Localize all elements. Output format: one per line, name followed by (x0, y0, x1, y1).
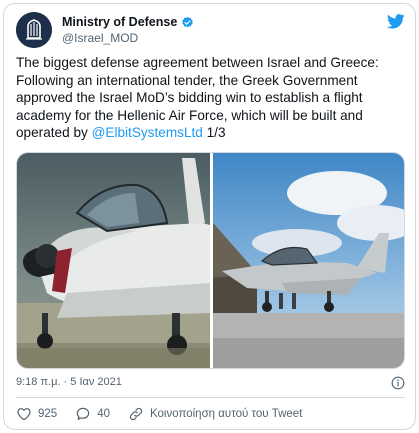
thread-counter: 1/3 (202, 125, 226, 141)
tweet-text: The biggest defense agreement between Is… (16, 54, 408, 142)
plane-closeup-photo[interactable] (17, 153, 210, 369)
reply-count: 40 (97, 408, 110, 420)
mention-link[interactable]: @ElbitSystemsLtd (92, 125, 203, 140)
timestamp-row: 9:18 π.μ. · 5 Ιαν 2021 (16, 376, 405, 392)
tweet-card: Ministry of Defense @Israel_MOD The bigg… (3, 3, 416, 430)
info-icon[interactable] (391, 376, 405, 390)
like-button[interactable]: 925 (16, 406, 57, 422)
author-name[interactable]: Ministry of Defense (62, 15, 177, 29)
share-icon (129, 407, 143, 421)
author-name-row: Ministry of Defense (62, 15, 194, 29)
tweet-header: Ministry of Defense @Israel_MOD (16, 12, 405, 48)
twitter-bird-icon[interactable] (387, 14, 405, 29)
reply-button[interactable]: 40 (75, 406, 110, 422)
divider (16, 397, 405, 398)
avatar[interactable] (16, 12, 52, 48)
plane-on-runway-photo[interactable] (213, 153, 405, 369)
author-block: Ministry of Defense @Israel_MOD (62, 15, 194, 45)
heart-icon (17, 408, 31, 421)
tweet-media[interactable] (16, 152, 405, 369)
action-bar: 925 40 Κοινοποίηση αυτού του Tweet (16, 404, 320, 424)
verified-badge-icon (181, 16, 194, 29)
share-label: Κοινοποίηση αυτού του Tweet (149, 408, 303, 420)
tweet-timestamp[interactable]: 9:18 π.μ. · 5 Ιαν 2021 (16, 376, 122, 388)
mod-emblem-icon (16, 12, 52, 48)
reply-bubble-icon (76, 407, 90, 420)
author-handle[interactable]: @Israel_MOD (62, 31, 194, 45)
like-count: 925 (38, 408, 58, 420)
share-button[interactable]: Κοινοποίηση αυτού του Tweet (128, 406, 302, 422)
